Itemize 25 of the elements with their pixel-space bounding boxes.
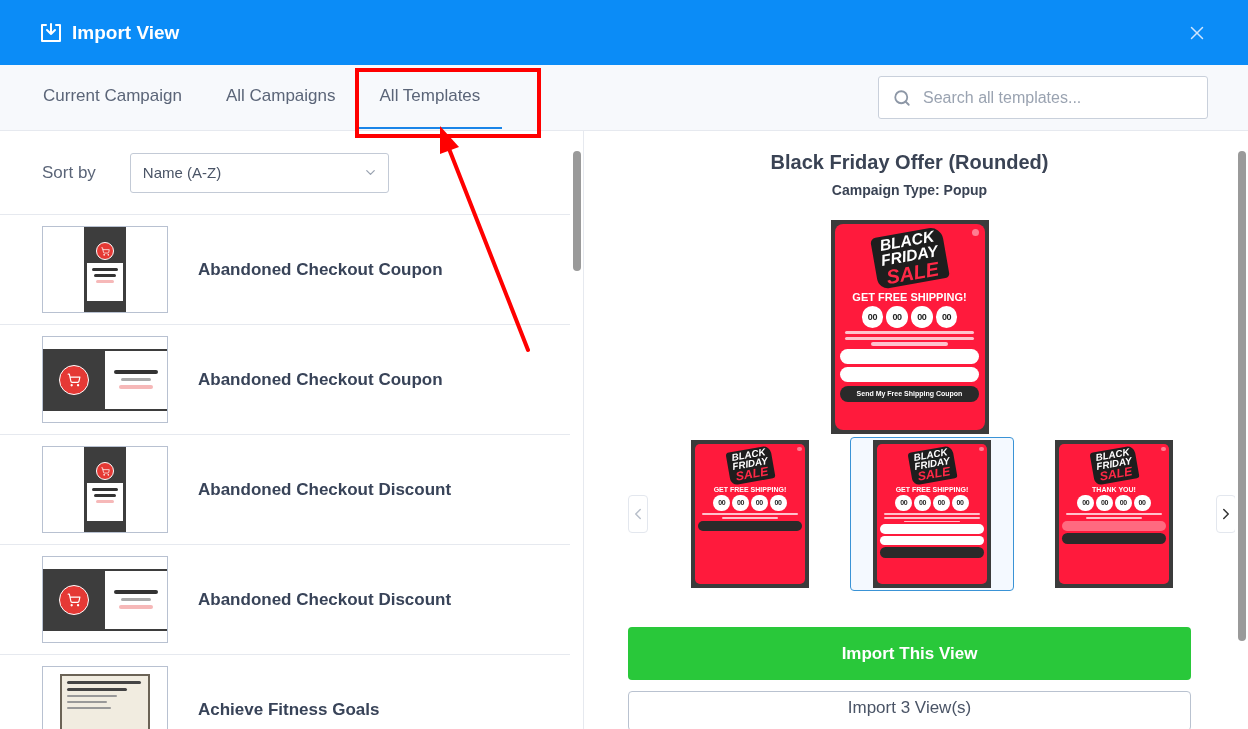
timer-digits: 00 [861, 305, 884, 328]
import-button[interactable]: Import 3 View(s) [628, 691, 1191, 729]
template-name: Abandoned Checkout Discount [198, 589, 452, 610]
campaign-type: Campaign Type: Popup [831, 182, 988, 198]
popup-headline: GET FREE SHIPPING! [852, 290, 967, 303]
tab[interactable]: Current Campaign [21, 65, 204, 129]
template-name: Achieve Fitness Goals [198, 699, 380, 720]
template-row[interactable]: Abandoned Checkout Discount [0, 435, 570, 545]
dialog-title: Import View [72, 21, 180, 44]
tab[interactable]: All Campaigns [203, 65, 358, 129]
timer-digits: 00 [935, 305, 958, 328]
template-row[interactable]: Achieve Fitness Goals [0, 655, 570, 729]
timer-digits: 00 [886, 305, 908, 328]
template-title: Black Friday Offer (Rounded) [770, 151, 1049, 174]
sort-dropdown[interactable]: Name (A-Z) [129, 152, 389, 193]
tab[interactable]: All Templates [357, 65, 503, 129]
search-field[interactable]: Search all templates... [878, 76, 1208, 119]
template-row[interactable]: Abandoned Checkout Coupon [0, 215, 570, 325]
template-row[interactable]: Abandoned Checkout Discount [0, 545, 570, 655]
template-name: Abandoned Checkout Discount [198, 479, 452, 500]
template-row[interactable]: Abandoned Checkout Coupon [0, 325, 570, 435]
timer-digits: 00 [911, 305, 933, 328]
template-name: Abandoned Checkout Coupon [198, 369, 443, 390]
sort-label: Sort by [42, 162, 96, 183]
template-name: Abandoned Checkout Coupon [198, 259, 443, 280]
